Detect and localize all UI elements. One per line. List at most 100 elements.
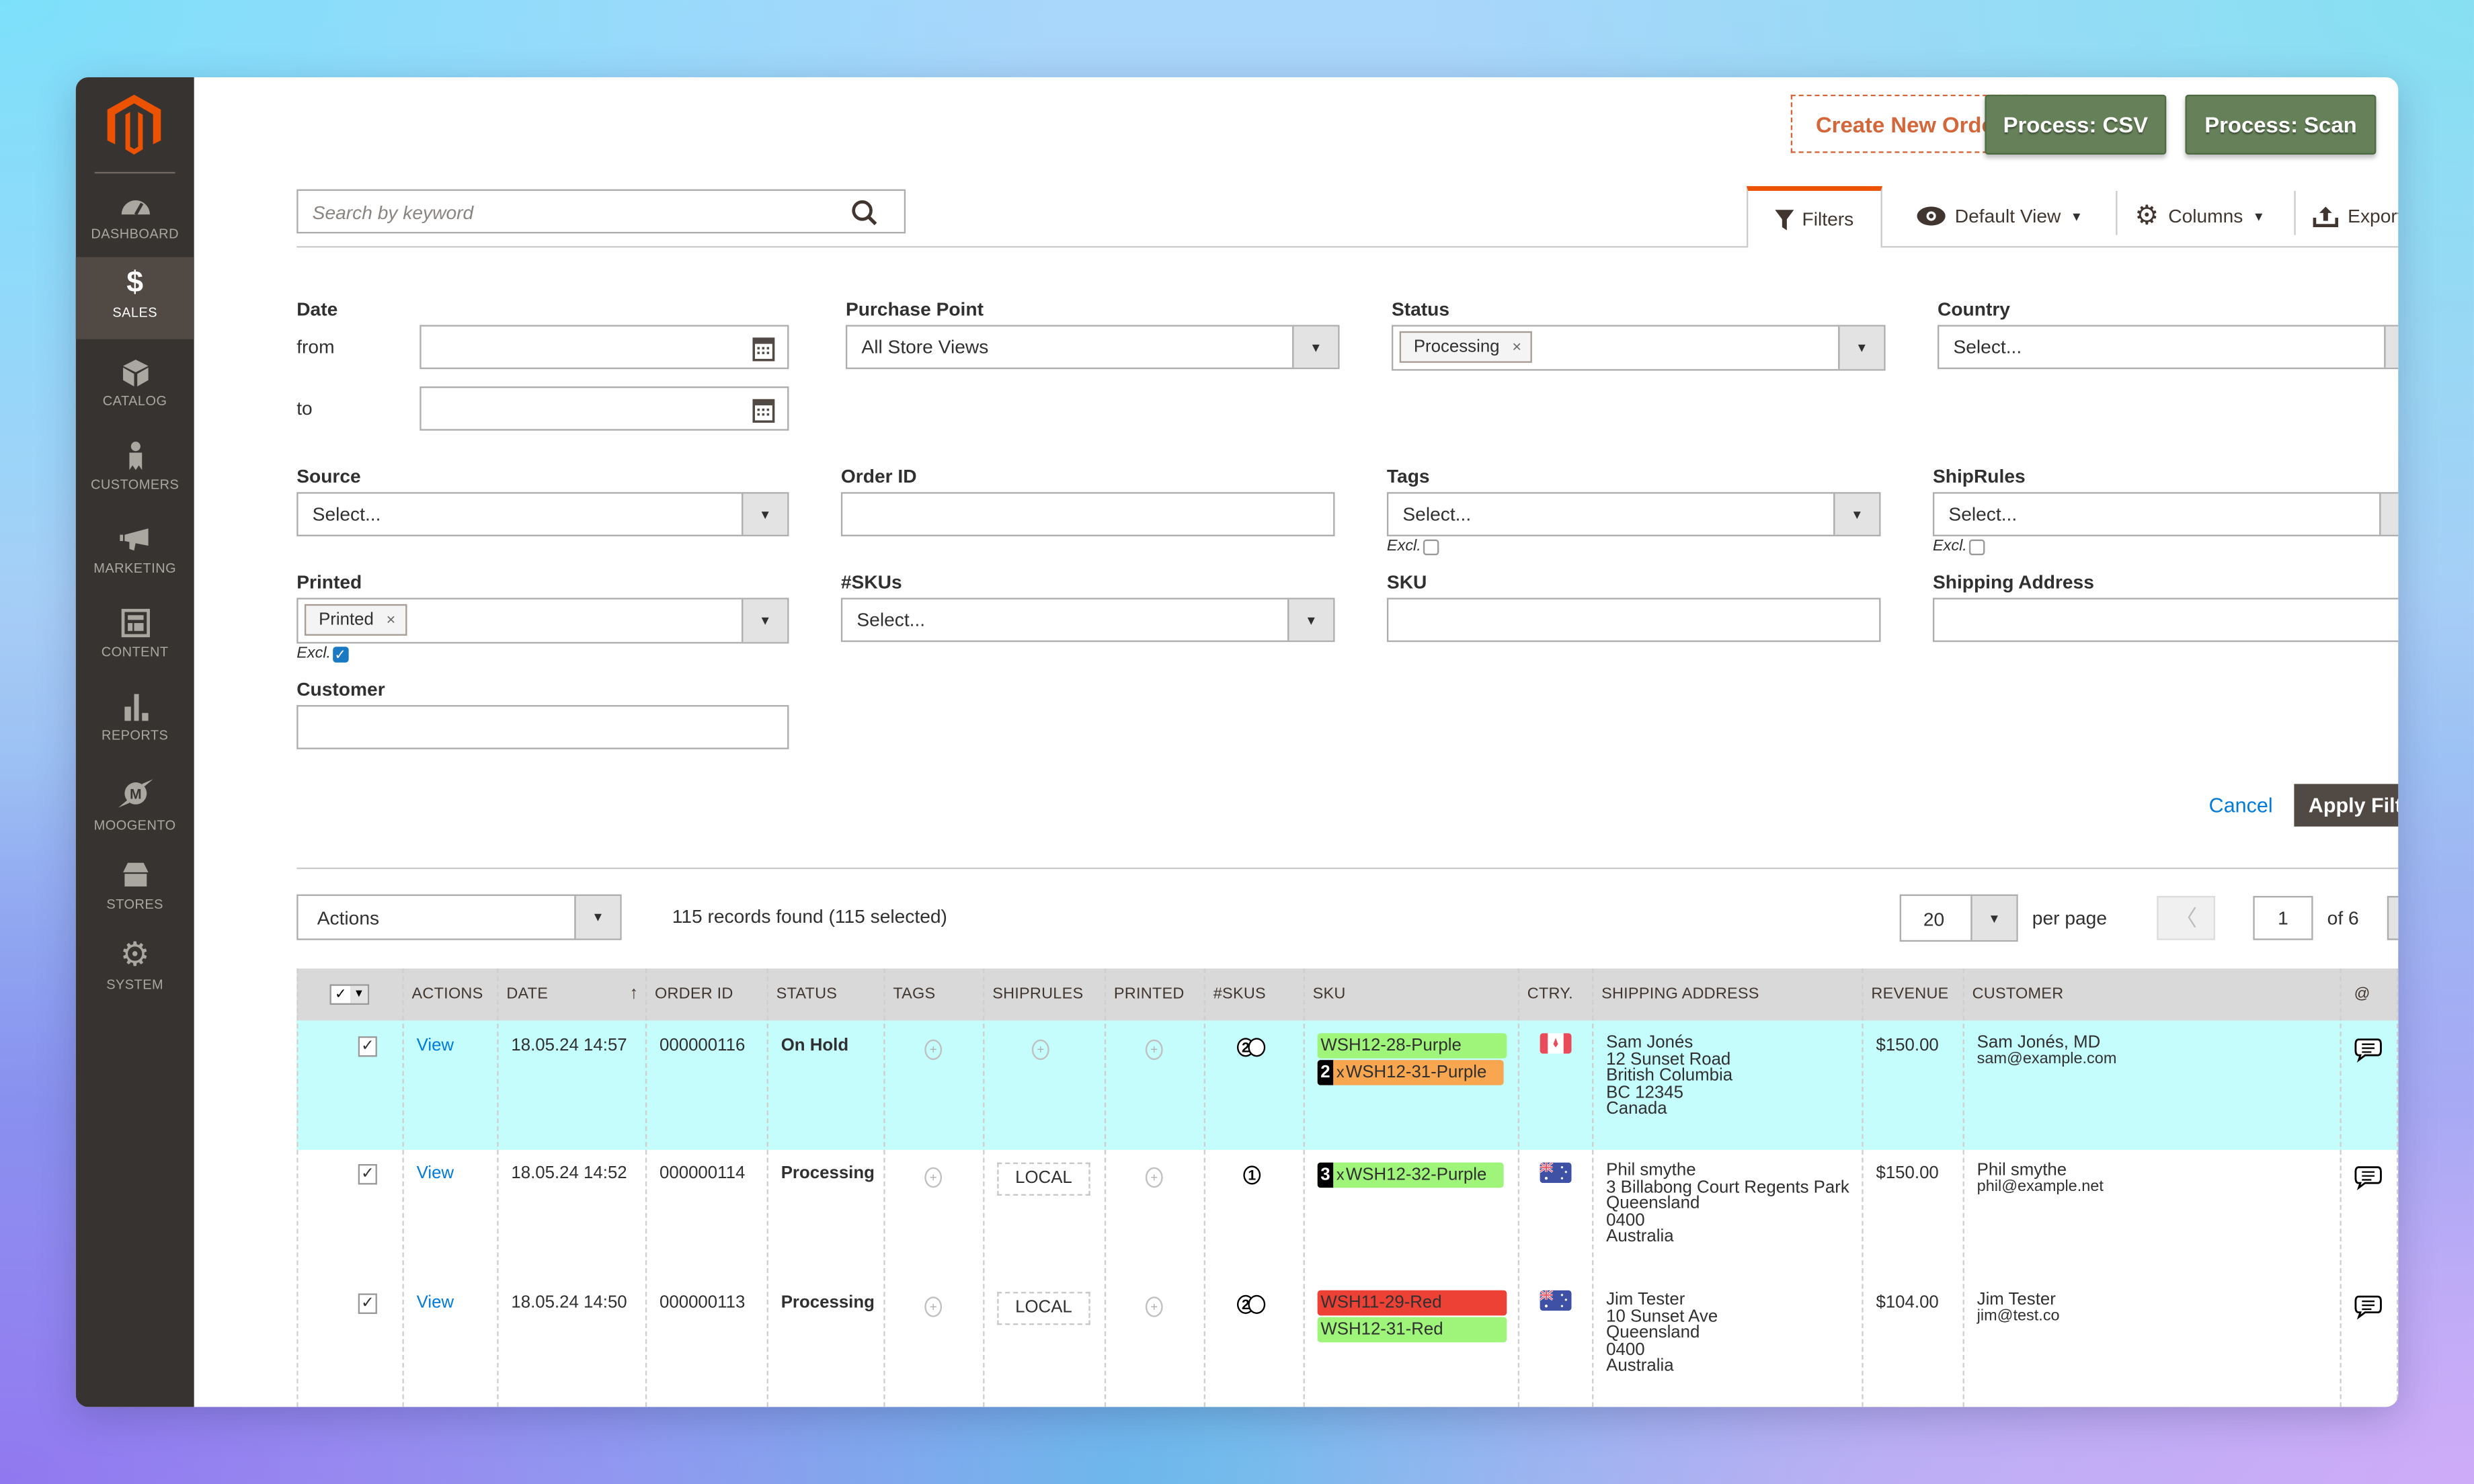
sidebar-item-stores[interactable]: STORES [76,858,194,940]
comment-icon[interactable] [2354,1165,2383,1191]
magento-logo-icon[interactable] [107,94,161,155]
printed-multiselect[interactable]: Printed × ▼ [296,597,789,644]
date-to-input[interactable] [420,386,789,431]
date-to-label: to [296,397,313,420]
column-header-tags[interactable]: TAGS [893,968,935,1020]
shiprules-value: Select... [1948,503,2018,526]
table-row[interactable]: ✓ View 18.05.24 14:52 000000114 Processi… [296,1150,2398,1279]
chevron-down-icon[interactable]: ▼ [742,493,788,535]
sidebar-item-reports[interactable]: REPORTS [76,690,194,772]
shiprule-badge[interactable]: LOCAL [997,1162,1090,1196]
date-filter-label: Date [296,298,338,321]
column-header-customer[interactable]: CUSTOMER [1972,968,2064,1020]
column-header-skus-count[interactable]: #SKUS [1213,968,1266,1020]
column-header-email[interactable]: @ [2354,968,2370,1020]
megaphone-icon [119,528,148,551]
row-checkbox[interactable]: ✓ [358,1036,377,1057]
sidebar-item-marketing[interactable]: MARKETING [76,522,194,604]
add-shiprule-icon[interactable]: + [1031,1039,1049,1061]
column-header-shiprules[interactable]: SHIPRULES [992,968,1083,1020]
filters-tab[interactable]: Filters [1747,186,1882,248]
chevron-down-icon[interactable]: ▼ [1970,896,2017,940]
cancel-button[interactable]: Cancel [2209,793,2273,817]
view-selector[interactable]: Default View ▼ [1917,197,2083,235]
skus-count-select[interactable]: Select... ▼ [840,597,1335,643]
add-tag-icon[interactable]: + [924,1296,943,1317]
next-page-button[interactable]: 〉 [2387,896,2399,940]
add-tag-icon[interactable]: + [924,1167,943,1188]
view-order-link[interactable]: View [417,1165,454,1183]
row-checkbox[interactable]: ✓ [358,1164,377,1185]
view-order-link[interactable]: View [417,1037,454,1055]
apply-filters-button[interactable]: Apply Filters [2294,784,2399,827]
sort-ascending-icon[interactable]: ↑ [629,968,638,1020]
chevron-down-icon[interactable]: ▼ [742,599,788,643]
tags-exclude-checkbox[interactable] [1423,538,1439,554]
column-header-revenue[interactable]: REVENUE [1871,968,1948,1020]
column-header-shipping-address[interactable]: SHIPPING ADDRESS [1601,968,1759,1020]
sidebar-item-moogento[interactable]: M MOOGENTO [76,773,194,868]
column-header-order-id[interactable]: ORDER ID [655,968,733,1020]
purchase-point-select[interactable]: All Store Views ▼ [845,325,1340,370]
table-row[interactable]: ✓ View 18.05.24 14:50 000000113 Processi… [296,1279,2398,1407]
add-tag-icon[interactable]: + [924,1039,943,1061]
row-checkbox[interactable]: ✓ [358,1293,377,1314]
search-input[interactable]: Search by keyword [296,189,906,234]
sidebar-item-label: CATALOG [102,393,167,409]
columns-selector[interactable]: ⚙ Columns ▼ [2134,197,2265,235]
search-icon[interactable] [850,199,879,227]
previous-page-button[interactable]: 〈 [2157,896,2216,940]
sidebar: DASHBOARD $ SALES CATALOG CUSTOMERS MARK… [75,77,194,1407]
chevron-down-icon[interactable]: ▼ [1292,326,1339,368]
shiprule-badge[interactable]: LOCAL [997,1292,1090,1325]
shiprules-select[interactable]: Select... ▼ [1932,492,2399,536]
sidebar-item-system[interactable]: ⚙ SYSTEM [76,938,194,1020]
calendar-icon[interactable] [751,396,776,423]
chevron-down-icon[interactable]: ▼ [1287,599,1334,641]
sidebar-item-customers[interactable]: CUSTOMERS [76,438,194,520]
remove-chip-icon[interactable]: × [1512,338,1521,356]
sidebar-item-sales[interactable]: $ SALES [75,257,194,339]
export-selector[interactable]: Export ▼ [2313,197,2398,235]
mass-actions-select[interactable]: Actions ▼ [296,894,622,940]
column-divider [2340,968,2342,1407]
comment-icon[interactable] [2354,1038,2383,1063]
country-select[interactable]: Select... ▼ [1937,325,2399,370]
column-header-status[interactable]: STATUS [776,968,838,1020]
sidebar-item-content[interactable]: CONTENT [76,606,194,688]
remove-chip-icon[interactable]: × [387,611,396,628]
source-select[interactable]: Select... ▼ [296,492,789,536]
chevron-down-icon[interactable]: ▼ [1838,326,1884,370]
column-header-date[interactable]: DATE [506,968,548,1020]
chevron-down-icon[interactable]: ▼ [2384,326,2399,368]
sku-input[interactable] [1386,597,1881,643]
column-header-country[interactable]: CTRY. [1527,968,1573,1020]
calendar-icon[interactable] [751,335,776,362]
shipping-address-input[interactable] [1932,597,2399,643]
select-all-checkbox[interactable]: ✓ ▼ [329,984,370,1005]
process-csv-button[interactable]: Process: CSV [1985,94,2167,155]
chevron-down-icon[interactable]: ▼ [2379,493,2399,535]
chevron-down-icon[interactable]: ▼ [1833,493,1880,535]
comment-icon[interactable] [2354,1295,2383,1321]
status-multiselect[interactable]: Processing × ▼ [1391,325,1886,371]
shiprules-exclude-checkbox[interactable] [1968,538,1985,554]
view-order-link[interactable]: View [417,1294,454,1313]
tags-select[interactable]: Select... ▼ [1386,492,1881,536]
column-header-actions[interactable]: ACTIONS [412,968,483,1020]
table-row[interactable]: ✓ View 18.05.24 14:57 000000116 On Hold … [296,1020,2399,1150]
mark-printed-icon[interactable]: + [1145,1296,1163,1317]
per-page-select[interactable]: 20 ▼ [1899,894,2018,942]
date-from-input[interactable] [420,325,789,370]
order-id-input[interactable] [840,492,1335,536]
page-number-input[interactable]: 1 [2253,896,2313,940]
customer-input[interactable] [296,705,789,749]
mark-printed-icon[interactable]: + [1145,1039,1163,1061]
mark-printed-icon[interactable]: + [1145,1167,1163,1188]
printed-exclude-checkbox[interactable]: ✓ [332,646,348,662]
column-header-printed[interactable]: PRINTED [1114,968,1185,1020]
sidebar-item-catalog[interactable]: CATALOG [76,355,194,437]
chevron-down-icon[interactable]: ▼ [574,896,621,939]
process-scan-button[interactable]: Process: Scan [2185,94,2377,155]
column-header-sku[interactable]: SKU [1313,968,1346,1020]
